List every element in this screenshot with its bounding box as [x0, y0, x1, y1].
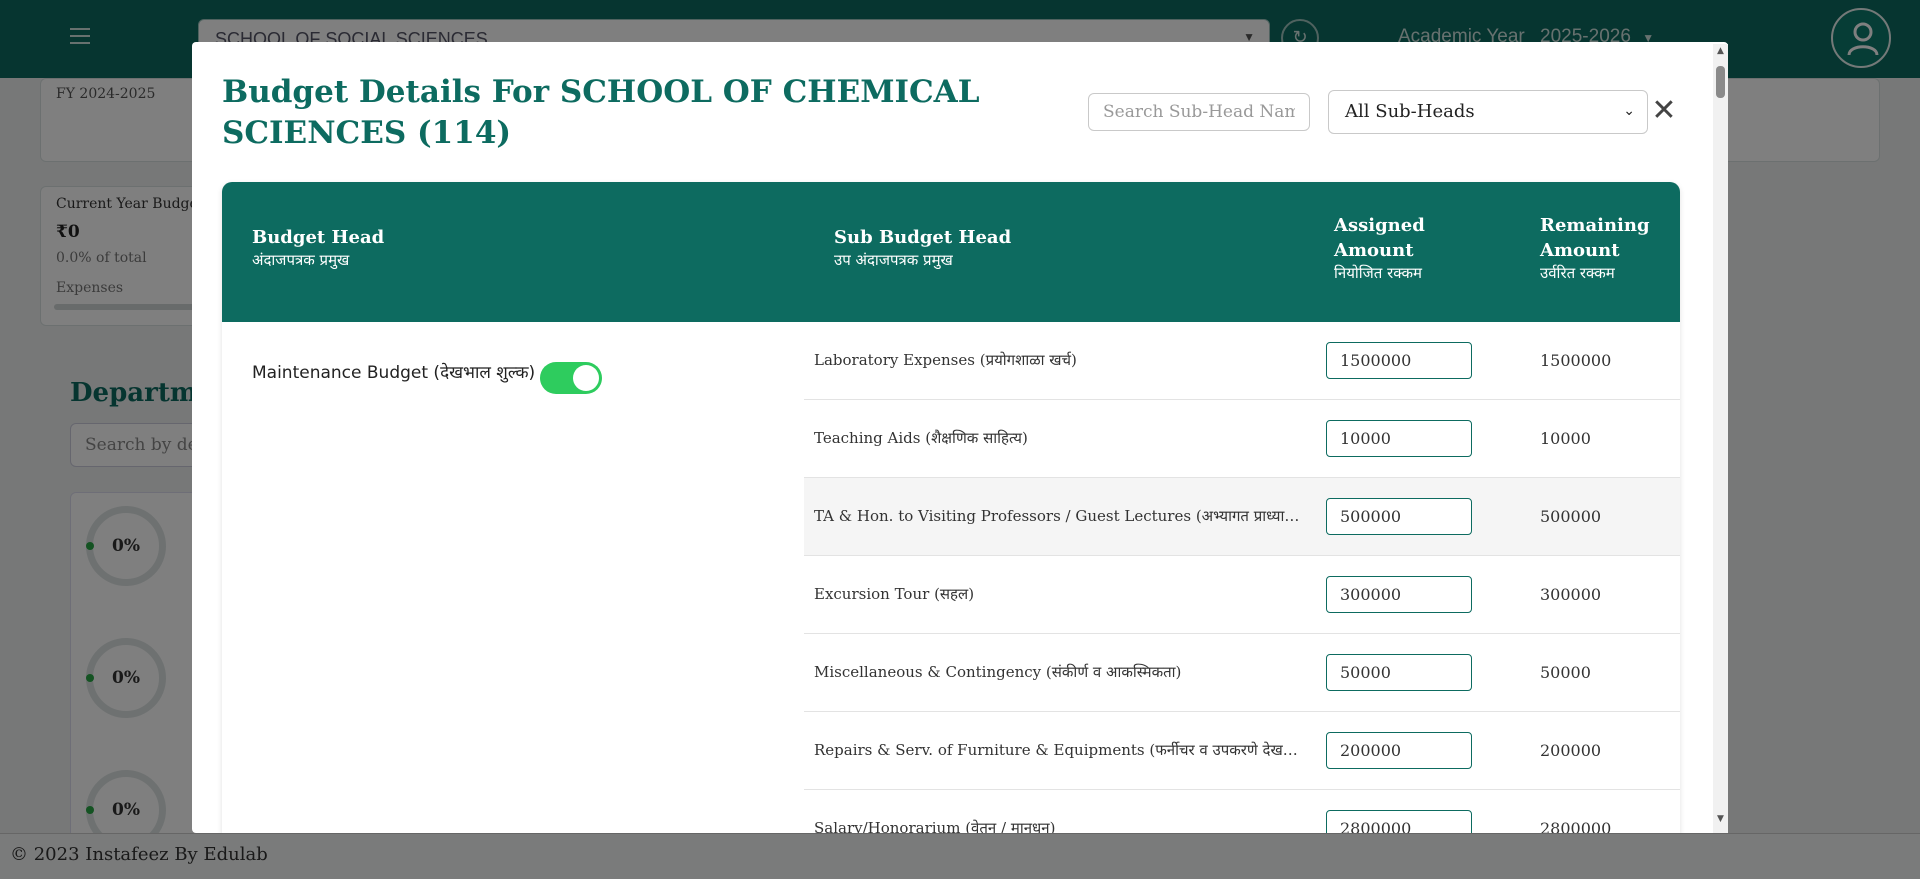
sub-budget-rows: Laboratory Expenses (प्रयोगशाळा खर्च) 15… [804, 322, 1680, 833]
column-label: Assigned Amount [1334, 215, 1425, 261]
column-header-budget-head: Budget Head अंदाजपत्रक प्रमुख [252, 225, 384, 270]
table-row: Repairs & Serv. of Furniture & Equipment… [804, 712, 1680, 790]
sub-head-name: Repairs & Serv. of Furniture & Equipment… [814, 741, 1304, 759]
column-header-sub-budget-head: Sub Budget Head उप अंदाजपत्रक प्रमुख [834, 225, 1011, 270]
column-label: Sub Budget Head [834, 227, 1012, 248]
column-label-marathi: नियोजित रक्कम [1334, 264, 1422, 282]
assigned-amount-input[interactable] [1326, 498, 1472, 535]
subhead-filter-value: All Sub-Heads [1345, 101, 1475, 122]
assigned-amount-input[interactable] [1326, 342, 1472, 379]
remaining-amount: 2800000 [1540, 819, 1612, 833]
table-row: Miscellaneous & Contingency (संकीर्ण व आ… [804, 634, 1680, 712]
table-row: Teaching Aids (शैक्षणिक साहित्य) 10000 [804, 400, 1680, 478]
assigned-amount-input[interactable] [1326, 654, 1472, 691]
scroll-up-arrow-icon[interactable]: ▲ [1713, 46, 1728, 56]
sub-head-name: Salary/Honorarium (वेतन / मानधन) [814, 819, 1056, 833]
budget-details-modal: Budget Details For SCHOOL OF CHEMICAL SC… [192, 42, 1728, 833]
column-label: Budget Head [252, 227, 385, 248]
column-header-assigned-amount: Assigned Amount नियोजित रक्कम [1334, 213, 1494, 283]
assigned-amount-input[interactable] [1326, 576, 1472, 613]
remaining-amount: 300000 [1540, 585, 1602, 604]
column-header-remaining-amount: Remaining Amount उर्वरित रक्कम [1540, 213, 1670, 283]
close-icon[interactable]: ✕ [1649, 94, 1679, 128]
modal-scrollbar[interactable]: ▲ ▼ [1713, 44, 1728, 833]
subhead-filter-select[interactable]: All Sub-Heads ⌄ [1328, 90, 1648, 134]
sub-head-name: Laboratory Expenses (प्रयोगशाळा खर्च) [814, 351, 1077, 369]
budget-head-toggle[interactable] [540, 362, 602, 394]
budget-table: Budget Head अंदाजपत्रक प्रमुख Sub Budget… [222, 182, 1680, 833]
budget-head-name: Maintenance Budget (देखभाल शुल्क) [252, 363, 536, 383]
assigned-amount-input[interactable] [1326, 420, 1472, 457]
sub-head-name: Teaching Aids (शैक्षणिक साहित्य) [814, 429, 1028, 447]
remaining-amount: 1500000 [1540, 351, 1612, 370]
table-row: Laboratory Expenses (प्रयोगशाळा खर्च) 15… [804, 322, 1680, 400]
remaining-amount: 10000 [1540, 429, 1591, 448]
sub-head-name: Excursion Tour (सहल) [814, 585, 975, 603]
table-row: Excursion Tour (सहल) 300000 [804, 556, 1680, 634]
remaining-amount: 50000 [1540, 663, 1591, 682]
assigned-amount-input[interactable] [1326, 810, 1472, 833]
column-label-marathi: उप अंदाजपत्रक प्रमुख [834, 251, 953, 269]
toggle-knob [573, 365, 599, 391]
column-label-marathi: उर्वरित रक्कम [1540, 264, 1615, 282]
sub-head-name: TA & Hon. to Visiting Professors / Guest… [814, 507, 1304, 525]
remaining-amount: 200000 [1540, 741, 1602, 760]
sub-head-name: Miscellaneous & Contingency (संकीर्ण व आ… [814, 663, 1182, 681]
assigned-amount-input[interactable] [1326, 732, 1472, 769]
chevron-down-icon: ⌄ [1623, 103, 1635, 119]
table-header: Budget Head अंदाजपत्रक प्रमुख Sub Budget… [222, 182, 1680, 322]
table-row: Salary/Honorarium (वेतन / मानधन) 2800000 [804, 790, 1680, 833]
modal-title: Budget Details For SCHOOL OF CHEMICAL SC… [222, 74, 980, 151]
scroll-down-arrow-icon[interactable]: ▼ [1713, 814, 1728, 824]
column-label: Remaining Amount [1540, 215, 1650, 261]
table-row: TA & Hon. to Visiting Professors / Guest… [804, 478, 1680, 556]
scrollbar-thumb[interactable] [1716, 66, 1725, 98]
subhead-search-input[interactable] [1088, 93, 1310, 131]
column-label-marathi: अंदाजपत्रक प्रमुख [252, 251, 350, 269]
remaining-amount: 500000 [1540, 507, 1602, 526]
